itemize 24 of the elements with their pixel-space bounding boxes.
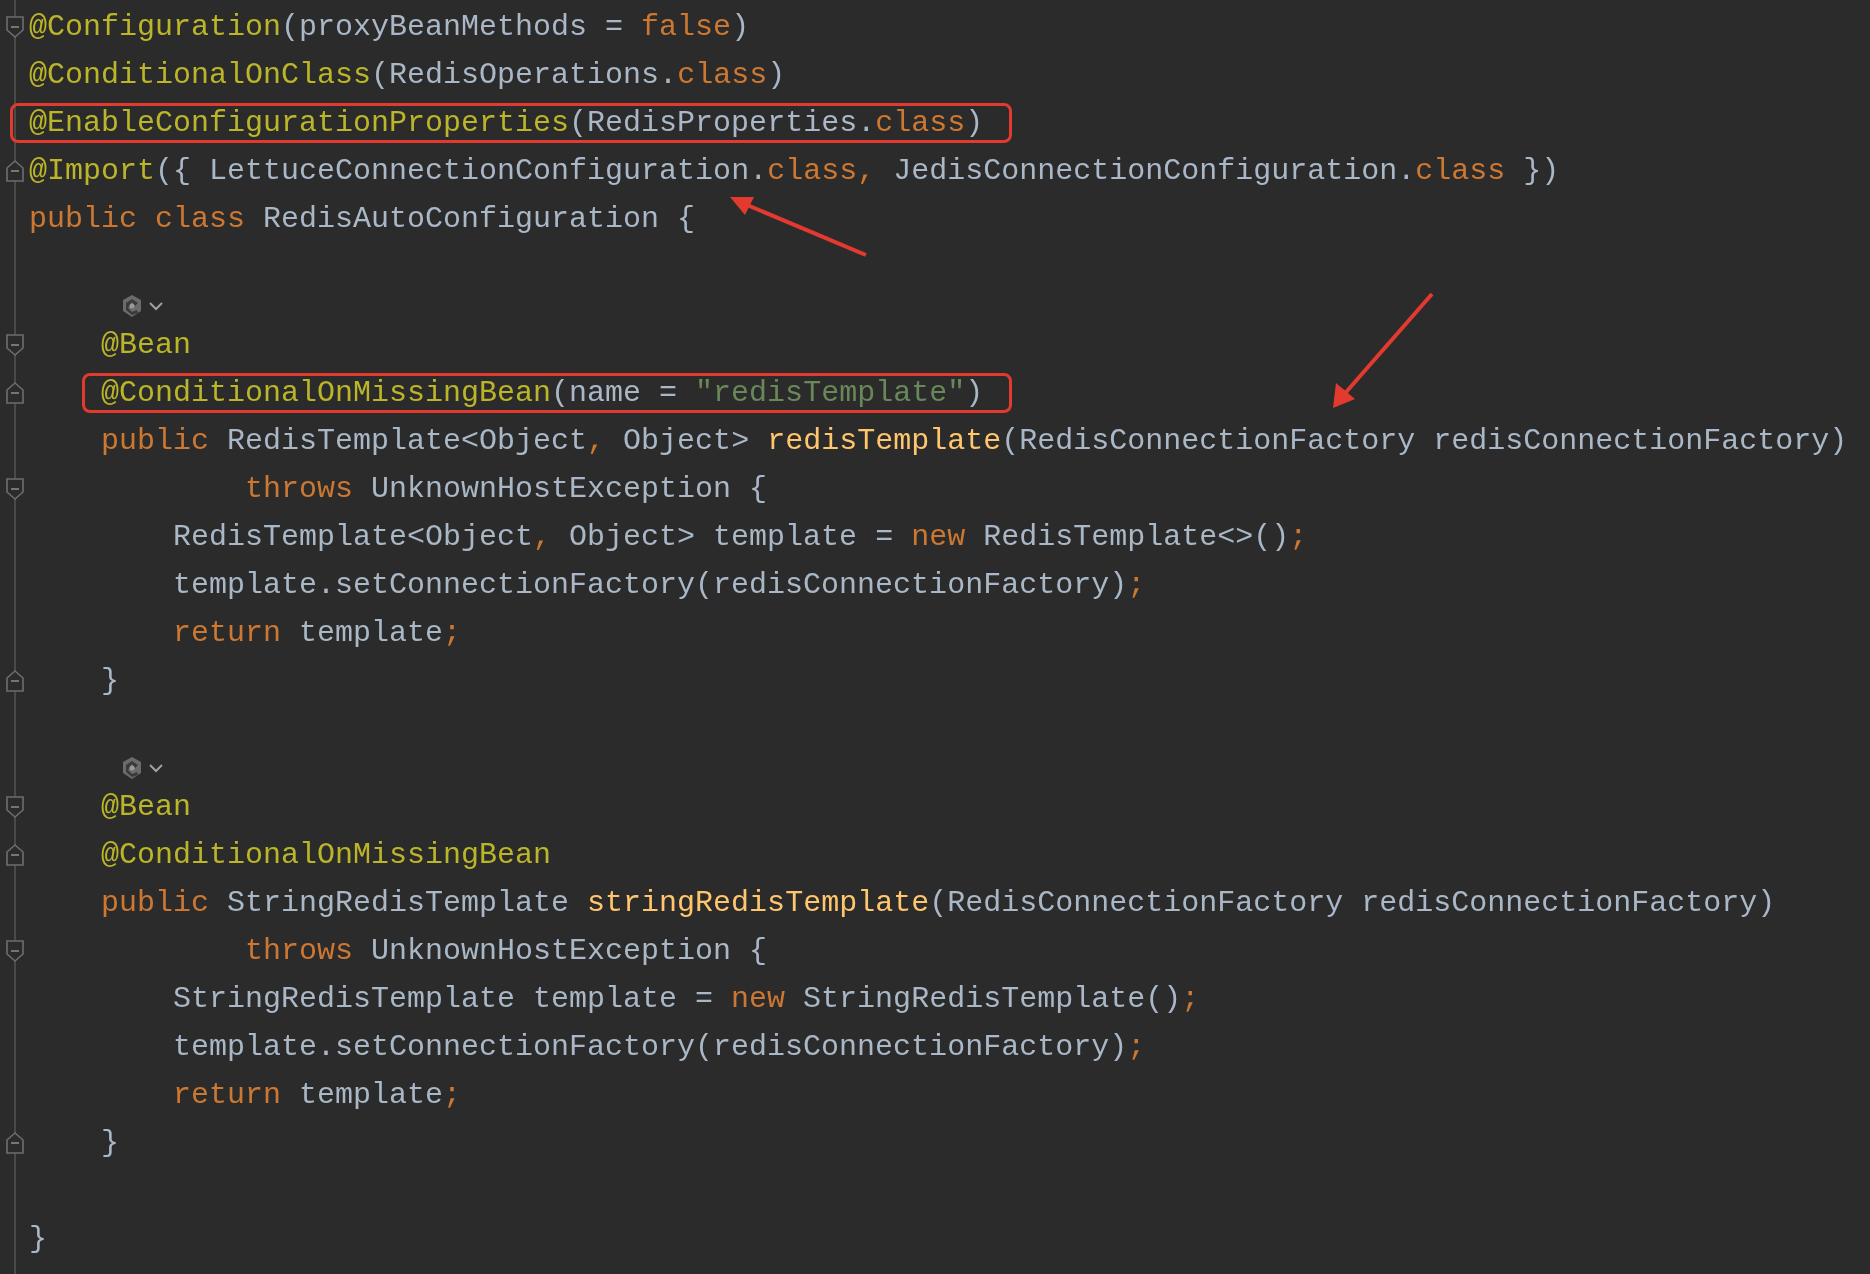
code-line: template.setConnectionFactory(redisConnectionFactory); xyxy=(173,1029,1146,1066)
code-line: @Bean xyxy=(101,327,191,364)
code-line: } xyxy=(29,1221,47,1258)
code-line: public StringRedisTemplate stringRedisTemplate(RedisConnectionFactory redisConnectionFactory) xyxy=(101,885,1776,922)
code-line: @Import({ LettuceConnectionConfiguration.class, JedisConnectionConfiguration.class }) xyxy=(29,153,1560,190)
code-line: @ConditionalOnMissingBean(name = "redisTemplate") xyxy=(101,375,984,412)
code-line: return template; xyxy=(173,1077,462,1114)
code-line: @Bean xyxy=(101,789,191,826)
code-line: StringRedisTemplate template = new StringRedisTemplate(); xyxy=(173,981,1200,1018)
code-line: @ConditionalOnMissingBean xyxy=(101,837,552,874)
code-line: } xyxy=(101,663,119,700)
code-line: @Configuration(proxyBeanMethods = false) xyxy=(29,9,750,46)
code-line: public class RedisAutoConfiguration { xyxy=(29,201,696,238)
code-line: RedisTemplate<Object, Object> template = new RedisTemplate<>(); xyxy=(173,519,1308,556)
code-line: throws UnknownHostException { xyxy=(245,933,768,970)
chevron-down-icon xyxy=(149,301,163,311)
code-line: @ConditionalOnClass(RedisOperations.class) xyxy=(29,57,786,94)
code-line: template.setConnectionFactory(redisConnectionFactory); xyxy=(173,567,1146,604)
code-line: throws UnknownHostException { xyxy=(245,471,768,508)
code-line: @EnableConfigurationProperties(RedisProperties.class) xyxy=(29,105,984,142)
code-line: } xyxy=(101,1125,119,1162)
chevron-down-icon xyxy=(149,763,163,773)
code-line: public RedisTemplate<Object, Object> redisTemplate(RedisConnectionFactory redisConnectionFactory) xyxy=(101,423,1848,460)
code-line: return template; xyxy=(173,615,462,652)
